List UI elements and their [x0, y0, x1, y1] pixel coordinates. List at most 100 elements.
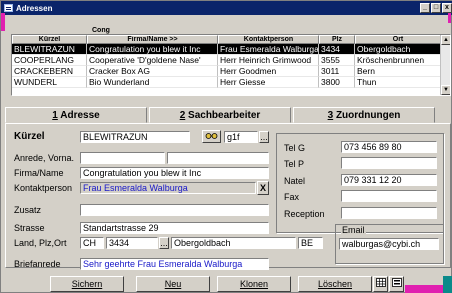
tab-label: Adresse [60, 110, 100, 121]
tab-label: Sachbearbeiter [188, 110, 261, 121]
table-cell: COOPERLANG [12, 55, 87, 66]
tel-p-label: Tel P [284, 159, 305, 169]
adressen-window: Adressen _ □ x Cong Kürzel Firma/Name >>… [0, 0, 452, 293]
neu-button[interactable]: Neu [136, 276, 210, 292]
kuerzel-field[interactable]: BLEWITRAZUN [80, 131, 190, 143]
anrede-label: Anrede, Vorna. [14, 153, 75, 163]
action-bar: Sichern Neu Klonen Löschen [5, 276, 451, 292]
tab-number: 2 [179, 110, 186, 121]
table-cell: 3555 [319, 55, 355, 66]
plz-picker-button[interactable]: ... [159, 237, 169, 249]
table-cell: Herr Giesse [218, 77, 319, 88]
sichern-button[interactable]: Sichern [50, 276, 124, 292]
tab-label: Zuordnungen [335, 110, 401, 121]
table-row[interactable]: COOPERLANG Cooperative 'D'goldene Nase' … [12, 55, 450, 66]
table-cell: 3434 [319, 44, 355, 55]
column-header[interactable]: Kontaktperson [218, 35, 319, 44]
kanton-field[interactable]: BE [298, 237, 323, 249]
email-label: Email [341, 225, 366, 235]
title-bar: Adressen _ □ x [1, 1, 452, 15]
scroll-down-icon[interactable]: ▼ [441, 85, 450, 95]
app-icon [4, 4, 13, 12]
fax-field[interactable] [341, 190, 437, 202]
table-cell: Herr Heinrich Grimwood [218, 55, 319, 66]
tab-adresse[interactable]: 1 Adresse [5, 107, 147, 123]
briefanrede-field[interactable]: Sehr geehrte Frau Esmeralda Walburga [80, 258, 269, 270]
form-view-button[interactable] [389, 276, 404, 292]
grid-view-button[interactable] [373, 276, 388, 292]
table-cell: Kröschenbrunnen [355, 55, 441, 66]
clear-contact-button[interactable]: X [257, 181, 269, 195]
kontaktperson-label: Kontaktperson [14, 183, 73, 193]
email-field[interactable]: walburgas@cybi.ch [339, 238, 439, 250]
land-plz-ort-label: Land, Plz,Ort [14, 238, 67, 248]
reception-label: Reception [284, 209, 325, 219]
reception-field[interactable] [341, 207, 437, 219]
tab-strip: 1 Adresse 2 Sachbearbeiter 3 Zuordnungen [5, 107, 451, 123]
desktop-accent [443, 276, 452, 293]
table-row[interactable]: CRACKEBERN Cracker Box AG Herr Goodmen 3… [12, 66, 450, 77]
table-cell: 3800 [319, 77, 355, 88]
table-cell: Obergoldbach [355, 44, 441, 55]
firma-label: Firma/Name [14, 168, 64, 178]
tel-g-label: Tel G [284, 143, 306, 153]
table-cell: Bio Wunderland [87, 77, 218, 88]
ort-field[interactable]: Obergoldbach [171, 237, 296, 249]
briefanrede-label: Briefanrede [14, 259, 61, 269]
lookup-button[interactable] [202, 130, 221, 143]
column-header[interactable]: Plz [319, 35, 355, 44]
tab-number: 3 [327, 110, 334, 121]
zusatz-label: Zusatz [14, 205, 42, 215]
natel-field[interactable]: 079 331 12 20 [341, 174, 437, 186]
form-view-icon [391, 278, 402, 287]
scroll-up-icon[interactable]: ▲ [441, 35, 450, 45]
table-cell: Cooperative 'D'goldene Nase' [87, 55, 218, 66]
strasse-field[interactable]: Standartstrasse 29 [80, 222, 269, 234]
table-cell: Thun [355, 77, 441, 88]
glasses-icon [205, 133, 218, 139]
maximize-button[interactable]: □ [431, 3, 441, 13]
loeschen-button[interactable]: Löschen [298, 276, 372, 292]
table-row[interactable]: BLEWITRAZUN Congratulation you blew it I… [12, 44, 450, 55]
kontaktperson-field[interactable]: Frau Esmeralda Walburga [80, 182, 256, 194]
table-cell: 3011 [319, 66, 355, 77]
window-title: Adressen [16, 3, 53, 13]
code-picker-button[interactable]: ... [259, 131, 269, 143]
tab-number: 1 [52, 110, 58, 121]
column-header[interactable]: Firma/Name >> [87, 35, 218, 44]
code-field[interactable]: g1f [224, 131, 258, 143]
minimize-button[interactable]: _ [420, 3, 430, 13]
klonen-button[interactable]: Klonen [217, 276, 291, 292]
kuerzel-label: Kürzel [14, 131, 45, 142]
table-cell: Frau Esmeralda Walburga [218, 44, 319, 55]
group-label: Cong [92, 27, 110, 34]
column-header[interactable]: Ort [355, 35, 441, 44]
close-button[interactable]: x [442, 3, 452, 13]
table-cell: Bern [355, 66, 441, 77]
desktop-accent [448, 13, 451, 23]
address-grid[interactable]: Kürzel Firma/Name >> Kontaktperson Plz O… [11, 34, 451, 96]
vertical-scrollbar[interactable]: ▲ ▼ [440, 35, 450, 95]
table-cell: Cracker Box AG [87, 66, 218, 77]
table-cell: CRACKEBERN [12, 66, 87, 77]
table-cell: Congratulation you blew it Inc [87, 44, 218, 55]
table-row[interactable]: WUNDERL Bio Wunderland Herr Giesse 3800 … [12, 77, 450, 88]
grid-header: Kürzel Firma/Name >> Kontaktperson Plz O… [12, 35, 450, 44]
zusatz-field[interactable] [80, 204, 269, 216]
strasse-label: Strasse [14, 223, 45, 233]
table-cell: BLEWITRAZUN [12, 44, 87, 55]
column-header[interactable]: Kürzel [12, 35, 87, 44]
land-field[interactable]: CH [80, 237, 104, 249]
anrede-field[interactable] [80, 152, 165, 164]
vorname-field[interactable] [167, 152, 269, 164]
desktop-accent [1, 13, 5, 31]
table-cell: Herr Goodmen [218, 66, 319, 77]
firma-field[interactable]: Congratulation you blew it Inc [80, 167, 269, 179]
tab-sachbearbeiter[interactable]: 2 Sachbearbeiter [149, 107, 291, 123]
tel-p-field[interactable] [341, 157, 437, 169]
tab-zuordnungen[interactable]: 3 Zuordnungen [293, 107, 435, 123]
table-cell: WUNDERL [12, 77, 87, 88]
plz-field[interactable]: 3434 [106, 237, 158, 249]
tel-g-field[interactable]: 073 456 89 80 [341, 141, 437, 153]
grid-view-icon [375, 278, 386, 287]
